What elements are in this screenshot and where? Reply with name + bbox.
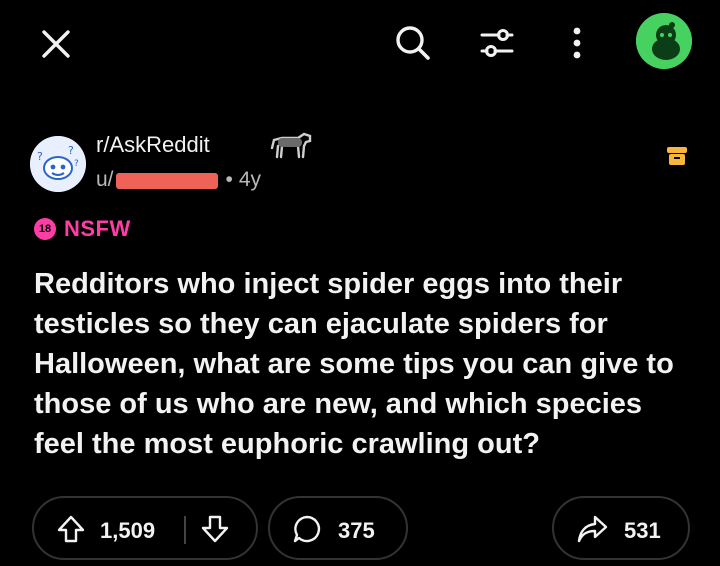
nsfw-tag: 18 NSFW: [34, 216, 131, 242]
more-icon[interactable]: [562, 20, 592, 66]
comment-count: 375: [338, 518, 375, 543]
close-icon[interactable]: [36, 24, 76, 64]
share-count: 531: [624, 518, 661, 543]
filter-icon[interactable]: [472, 20, 522, 66]
nsfw-label: NSFW: [64, 216, 131, 241]
top-bar: [0, 0, 720, 90]
search-icon[interactable]: [390, 20, 436, 66]
horse-icon: [268, 128, 314, 160]
share-icon: [576, 514, 608, 544]
post-age: 4y: [238, 168, 262, 191]
svg-text:?: ?: [68, 144, 74, 157]
redacted-username: [115, 173, 218, 189]
subreddit-name[interactable]: r/AskReddit: [96, 132, 210, 158]
upvote-count: 1,509: [100, 518, 156, 543]
post-header: ? ? ? r/AskReddit u/ • 4y: [30, 128, 700, 198]
upvote-icon[interactable]: [56, 514, 86, 544]
downvote-icon[interactable]: [200, 514, 230, 544]
author-prefix[interactable]: u/: [96, 168, 114, 192]
svg-text:?: ?: [37, 150, 43, 163]
comment-icon: [292, 514, 322, 544]
vote-divider: [184, 516, 186, 544]
comment-button[interactable]: 375: [268, 496, 408, 560]
separator-dot: •: [225, 168, 233, 191]
profile-avatar[interactable]: [636, 13, 692, 69]
svg-text:?: ?: [74, 159, 79, 169]
author-row: u/ • 4y: [96, 168, 261, 192]
share-button[interactable]: 531: [552, 496, 690, 560]
subreddit-avatar[interactable]: ? ? ?: [30, 136, 86, 192]
save-icon[interactable]: [666, 146, 688, 166]
post-title: Redditors who inject spider eggs into th…: [34, 268, 674, 460]
vote-pill: 1,509: [32, 496, 258, 560]
nsfw-badge: 18: [34, 218, 56, 240]
